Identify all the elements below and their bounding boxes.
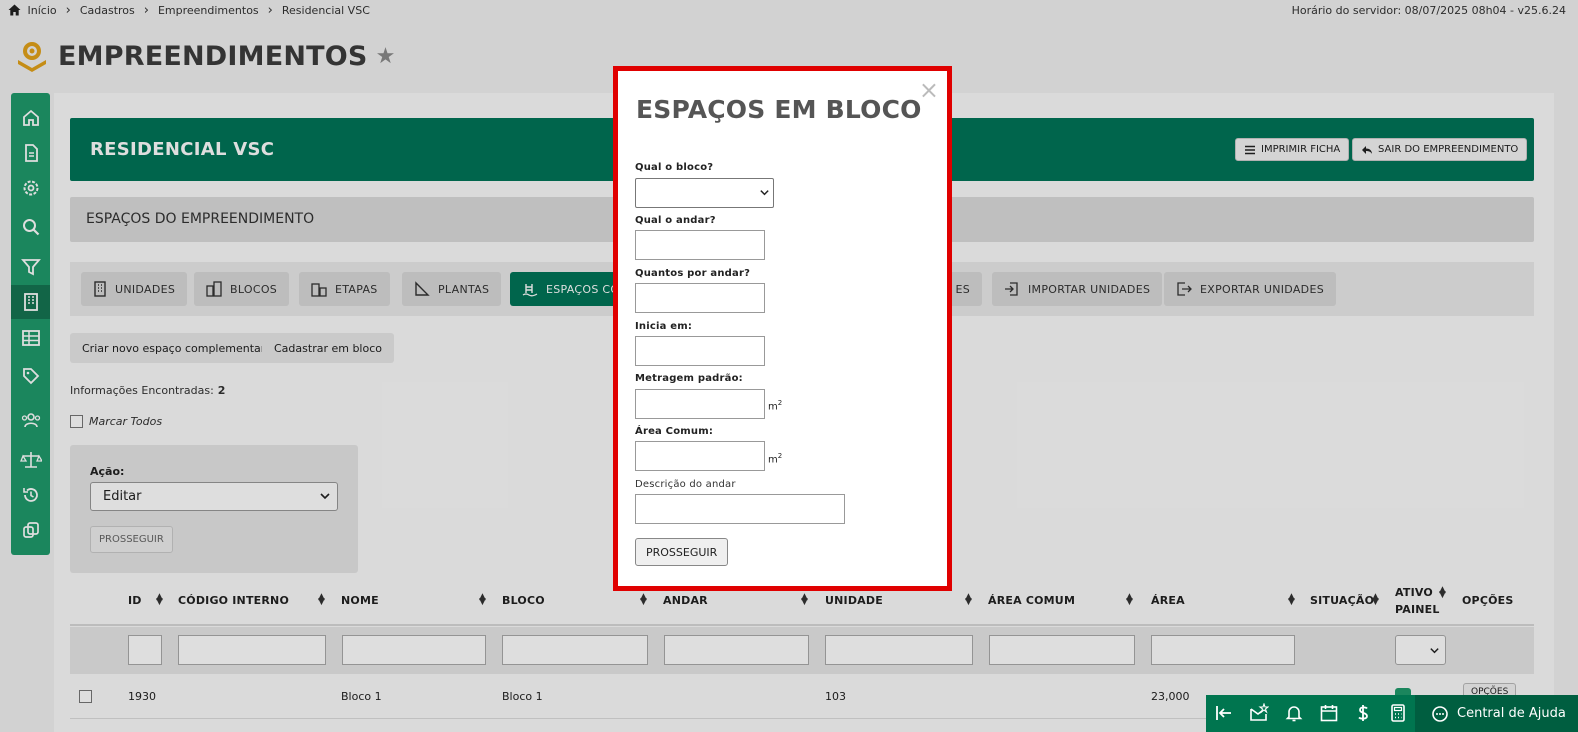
area-comum-label: Área Comum: — [635, 426, 714, 437]
descricao-input[interactable] — [635, 494, 845, 524]
bulk-spaces-modal: ESPAÇOS EM BLOCO × Qual o bloco? Qual o … — [613, 66, 952, 591]
calendar-icon[interactable] — [1319, 703, 1339, 723]
area-comum-unit: m2 — [768, 452, 782, 465]
help-center-label: Central de Ajuda — [1457, 706, 1566, 721]
quantos-input[interactable] — [635, 283, 765, 313]
collapse-icon[interactable] — [1214, 703, 1234, 723]
bloco-select[interactable] — [635, 178, 774, 208]
chevron-down-icon — [760, 190, 769, 196]
unit-text: m — [768, 454, 778, 466]
andar-label: Qual o andar? — [635, 215, 716, 226]
andar-input[interactable] — [635, 230, 765, 260]
help-center-button[interactable]: Central de Ajuda — [1415, 695, 1578, 732]
modal-title: ESPAÇOS EM BLOCO — [636, 95, 922, 124]
inicia-input[interactable] — [635, 336, 765, 366]
bloco-label: Qual o bloco? — [635, 162, 714, 173]
bell-icon[interactable] — [1284, 703, 1304, 723]
calculator-icon[interactable] — [1388, 703, 1408, 723]
dollar-icon[interactable] — [1353, 703, 1373, 723]
metragem-label: Metragem padrão: — [635, 373, 743, 384]
descricao-label: Descrição do andar — [635, 479, 736, 490]
close-icon[interactable]: × — [919, 78, 939, 102]
quantos-label: Quantos por andar? — [635, 268, 751, 279]
unit-text: m — [768, 401, 778, 413]
inicia-label: Inicia em: — [635, 321, 693, 332]
modal-proceed-button[interactable]: PROSSEGUIR — [635, 538, 729, 566]
mail-star-icon[interactable] — [1249, 703, 1269, 723]
metragem-input[interactable] — [635, 389, 765, 419]
area-comum-input[interactable] — [635, 441, 765, 471]
app-root: Início › Cadastros › Empreendimentos › R… — [0, 0, 1578, 732]
unit-exponent: 2 — [777, 452, 783, 460]
chat-icon — [1432, 705, 1448, 722]
metragem-unit: m2 — [768, 399, 782, 412]
unit-exponent: 2 — [777, 399, 783, 407]
